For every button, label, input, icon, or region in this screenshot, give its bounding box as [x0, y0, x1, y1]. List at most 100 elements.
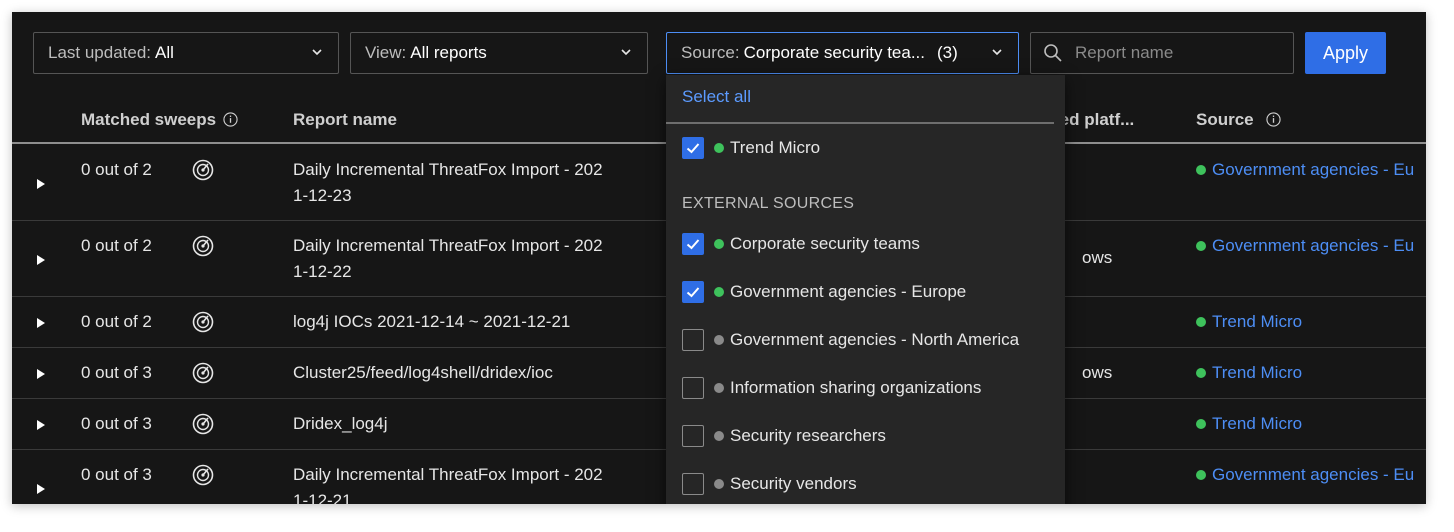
select-all-link[interactable]: Select all	[682, 87, 751, 107]
source-option-corporate-security-teams[interactable]: Corporate security teams	[682, 231, 920, 257]
checkbox-unchecked[interactable]	[682, 473, 704, 495]
threat-reports-window: Last updated: All View: All reports Sour…	[12, 12, 1426, 504]
status-dot	[1196, 241, 1206, 251]
report-name-line2[interactable]: 1-12-21	[293, 488, 352, 504]
expand-row-icon[interactable]	[36, 483, 46, 495]
expand-row-icon[interactable]	[36, 419, 46, 431]
report-name-input[interactable]	[1075, 43, 1275, 63]
column-targeted-platforms[interactable]: ted platf...	[1054, 110, 1134, 130]
source-option-government-agencies-north-america[interactable]: Government agencies - North America	[682, 327, 1019, 353]
source-name: Government agencies - Eu	[1212, 236, 1415, 255]
report-name-line1[interactable]: Daily Incremental ThreatFox Import - 202	[293, 462, 603, 488]
matched-sweeps-value: 0 out of 3	[81, 465, 152, 484]
report-name[interactable]: log4j IOCs 2021-12-14 ~ 2021-12-21	[293, 309, 570, 335]
column-matched-sweeps-label: Matched sweeps	[81, 110, 217, 129]
source-link[interactable]: Government agencies - Eu	[1196, 157, 1414, 183]
status-dot	[714, 143, 724, 153]
view-value: All reports	[410, 43, 487, 62]
matched-sweeps-value: 0 out of 2	[81, 312, 152, 331]
status-dot	[1196, 165, 1206, 175]
status-dot	[1196, 419, 1206, 429]
view-label: View:	[365, 43, 407, 62]
sweep-radar-icon[interactable]	[192, 464, 214, 486]
report-name-line1[interactable]: Daily Incremental ThreatFox Import - 202	[293, 157, 603, 183]
last-updated-dropdown[interactable]: Last updated: All	[33, 32, 339, 74]
status-dot	[714, 287, 724, 297]
source-option-security-researchers[interactable]: Security researchers	[682, 423, 886, 449]
checkbox-unchecked[interactable]	[682, 377, 704, 399]
status-dot	[1196, 368, 1206, 378]
report-search-box	[1030, 32, 1294, 74]
source-option-security-vendors[interactable]: Security vendors	[682, 471, 857, 497]
column-source[interactable]: Source	[1196, 110, 1281, 130]
status-dot	[714, 239, 724, 249]
option-label: Security researchers	[730, 426, 886, 445]
source-option-trend-micro[interactable]: Trend Micro	[682, 135, 820, 161]
expand-row-icon[interactable]	[36, 178, 46, 190]
chevron-down-icon	[621, 49, 631, 56]
status-dot	[714, 479, 724, 489]
info-icon[interactable]	[1266, 112, 1281, 127]
checkbox-unchecked[interactable]	[682, 329, 704, 351]
info-icon[interactable]	[223, 112, 238, 127]
status-dot	[1196, 470, 1206, 480]
report-name-line1[interactable]: Daily Incremental ThreatFox Import - 202	[293, 233, 603, 259]
source-name: Trend Micro	[1212, 414, 1303, 433]
platform-value: ows	[1082, 363, 1113, 382]
option-label: Government agencies - Europe	[730, 282, 967, 301]
report-name-line2[interactable]: 1-12-23	[293, 183, 352, 209]
source-dropdown[interactable]: Source: Corporate security tea... (3)	[666, 32, 1019, 74]
source-option-information-sharing-organizations[interactable]: Information sharing organizations	[682, 375, 981, 401]
checkmark-icon	[686, 239, 700, 250]
report-name-line2[interactable]: 1-12-22	[293, 259, 352, 285]
matched-sweeps-value: 0 out of 2	[81, 236, 152, 255]
option-label: Trend Micro	[730, 138, 821, 157]
sweep-radar-icon[interactable]	[192, 413, 214, 435]
expand-row-icon[interactable]	[36, 254, 46, 266]
view-dropdown[interactable]: View: All reports	[350, 32, 648, 74]
platform-value: ows	[1082, 248, 1113, 267]
source-value: Corporate security tea...	[743, 43, 926, 62]
expand-row-icon[interactable]	[36, 317, 46, 329]
source-link[interactable]: Trend Micro	[1196, 309, 1302, 335]
checkbox-checked[interactable]	[682, 137, 704, 159]
option-label: Security vendors	[730, 474, 857, 493]
sweep-radar-icon[interactable]	[192, 159, 214, 181]
report-name[interactable]: Cluster25/feed/log4shell/dridex/ioc	[293, 360, 553, 386]
source-link[interactable]: Trend Micro	[1196, 411, 1302, 437]
source-option-government-agencies-europe[interactable]: Government agencies - Europe	[682, 279, 966, 305]
sweep-radar-icon[interactable]	[192, 362, 214, 384]
last-updated-label: Last updated:	[48, 43, 152, 62]
search-icon	[1044, 44, 1062, 62]
matched-sweeps-value: 0 out of 3	[81, 363, 152, 382]
matched-sweeps-value: 0 out of 3	[81, 414, 152, 433]
column-matched-sweeps[interactable]: Matched sweeps	[81, 110, 238, 130]
checkbox-checked[interactable]	[682, 281, 704, 303]
sweep-radar-icon[interactable]	[192, 311, 214, 333]
status-dot	[714, 335, 724, 345]
status-dot	[714, 431, 724, 441]
external-sources-heading: EXTERNAL SOURCES	[682, 195, 855, 212]
source-link[interactable]: Government agencies - Eu	[1196, 462, 1414, 488]
option-label: Information sharing organizations	[730, 378, 982, 397]
checkbox-checked[interactable]	[682, 233, 704, 255]
chevron-down-icon	[312, 49, 322, 56]
status-dot	[1196, 317, 1206, 327]
source-link[interactable]: Trend Micro	[1196, 360, 1302, 386]
chevron-down-icon	[992, 49, 1002, 56]
last-updated-value: All	[155, 43, 174, 62]
source-name: Government agencies - Eu	[1212, 160, 1415, 179]
apply-button[interactable]: Apply	[1305, 32, 1386, 74]
source-link[interactable]: Government agencies - Eu	[1196, 233, 1414, 259]
sweep-radar-icon[interactable]	[192, 235, 214, 257]
option-label: Government agencies - North America	[730, 330, 1020, 349]
menu-divider	[666, 122, 1054, 124]
matched-sweeps-value: 0 out of 2	[81, 160, 152, 179]
source-label: Source:	[681, 43, 740, 62]
report-name[interactable]: Dridex_log4j	[293, 411, 388, 437]
option-label: Corporate security teams	[730, 234, 920, 253]
expand-row-icon[interactable]	[36, 368, 46, 380]
checkbox-unchecked[interactable]	[682, 425, 704, 447]
column-report-name[interactable]: Report name	[293, 110, 397, 130]
source-name: Trend Micro	[1212, 363, 1303, 382]
